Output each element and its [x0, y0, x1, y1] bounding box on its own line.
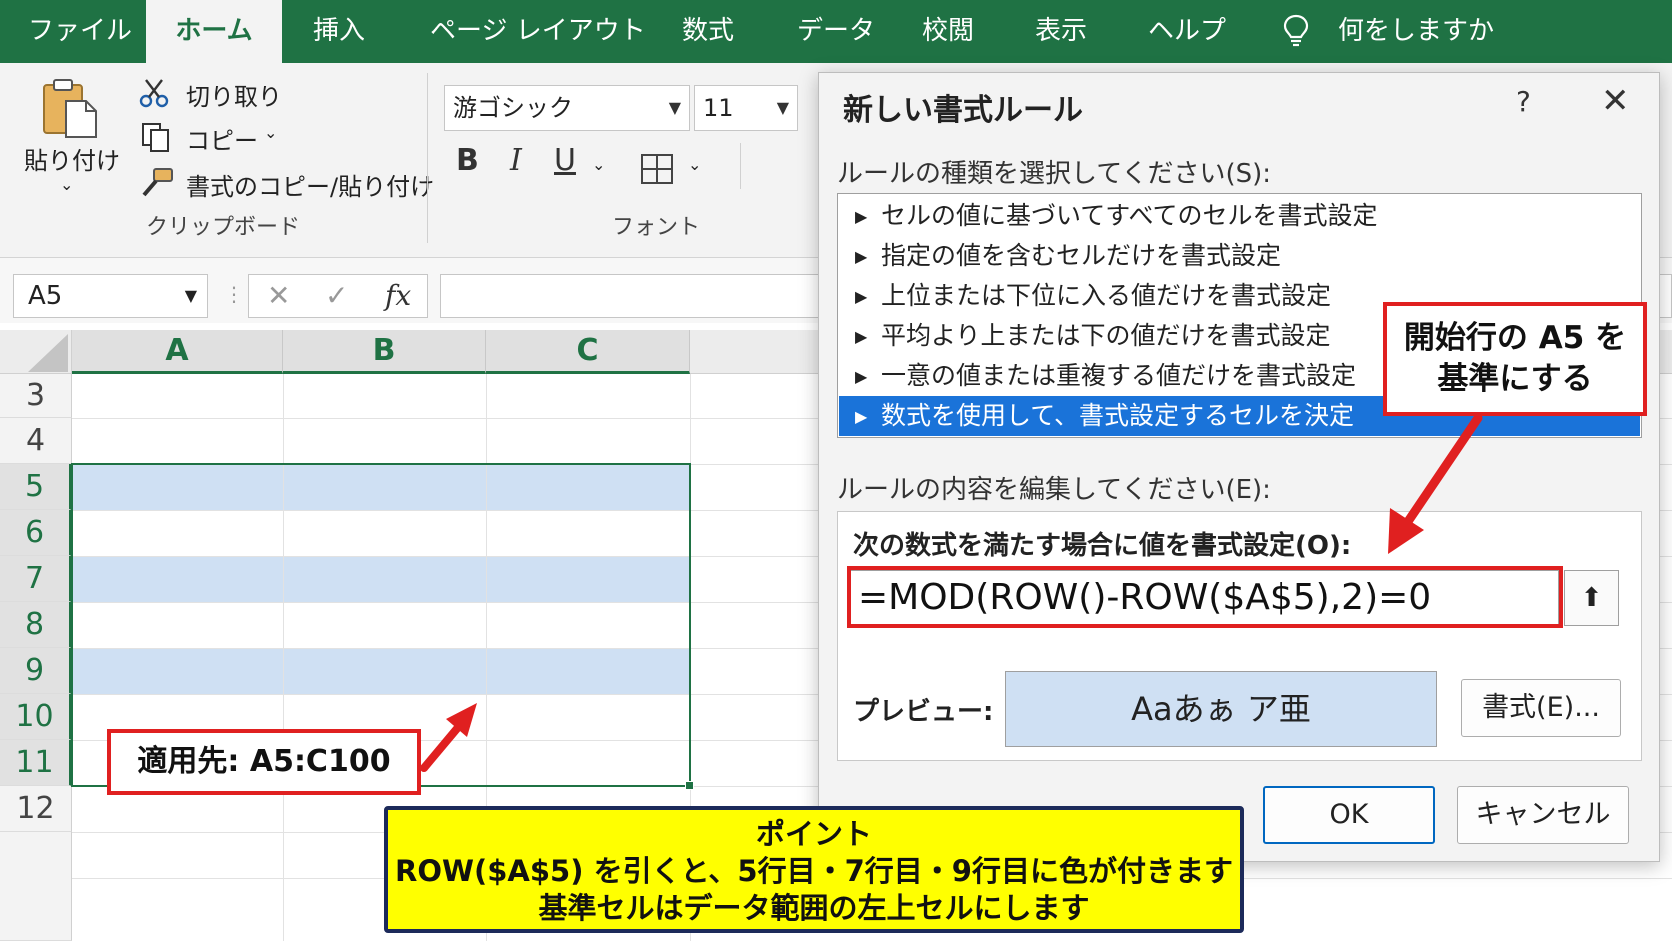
note-title: ポイント [755, 817, 872, 851]
rule-type-item[interactable]: ▶ 指定の値を含むセルだけを書式設定 [839, 236, 1640, 276]
column-header-b[interactable]: B [283, 330, 486, 374]
caret-right-icon: ▶ [855, 287, 868, 306]
caret-right-icon: ▶ [855, 247, 868, 266]
rule-type-label: ルールの種類を選択してください(S): [837, 159, 1271, 189]
chevron-down-icon: ▼ [668, 98, 681, 117]
tab-data[interactable]: データ [797, 0, 875, 63]
caret-right-icon: ▶ [855, 327, 868, 346]
column-header-c[interactable]: C [486, 330, 690, 374]
italic-button[interactable]: I [510, 143, 522, 178]
formula-bar-buttons: ✕ ✓ fx [248, 274, 428, 318]
tab-view[interactable]: 表示 [1035, 0, 1087, 63]
formula-condition-label: 次の数式を満たす場合に値を書式設定(O): [853, 531, 1352, 561]
underline-button[interactable]: U [554, 143, 576, 178]
ribbon-separator [427, 73, 428, 243]
tab-help[interactable]: ヘルプ [1148, 0, 1226, 63]
start-row-callout: 開始行の A5 を 基準にする [1383, 302, 1647, 416]
fill-handle[interactable] [685, 781, 694, 790]
chevron-down-icon: ▼ [184, 286, 197, 305]
font-name-select[interactable]: 游ゴシック ▼ [444, 85, 690, 131]
cancel-button[interactable]: キャンセル [1457, 786, 1629, 844]
tab-home[interactable]: ホーム [146, 0, 282, 63]
underline-dropdown-icon[interactable]: ⌄ [592, 155, 605, 174]
caret-right-icon: ▶ [855, 407, 868, 426]
start-row-callout-line2: 基準にする [1437, 361, 1593, 397]
font-name-value: 游ゴシック [453, 94, 573, 122]
formula-bar-grip: ⋮ [224, 282, 244, 306]
row-header-4[interactable]: 4 [0, 418, 72, 464]
borders-icon[interactable] [640, 153, 674, 185]
column-header-a[interactable]: A [72, 330, 283, 374]
select-all-triangle-icon [28, 334, 68, 372]
tell-me-search[interactable]: 何をしますか [1338, 0, 1494, 63]
tab-formulas[interactable]: 数式 [682, 0, 734, 63]
point-note: ポイント ROW($A$5) を引くと、5行目・7行目・9行目に色が付きます 基… [384, 806, 1244, 933]
rule-type-label-text: 数式を使用して、書式設定するセルを決定 [881, 401, 1355, 430]
cut-button[interactable]: 切り取り [186, 77, 282, 112]
rule-type-label-text: 指定の値を含むセルだけを書式設定 [881, 241, 1282, 270]
start-row-callout-line1: 開始行の A5 を [1403, 320, 1627, 356]
rule-type-item[interactable]: ▶ セルの値に基づいてすべてのセルを書式設定 [839, 196, 1640, 236]
apply-to-callout: 適用先: A5:C100 [107, 729, 421, 795]
rule-type-label-text: 平均より上または下の値だけを書式設定 [881, 321, 1331, 350]
font-size-select[interactable]: 11 ▼ [694, 85, 798, 131]
note-line-2: 基準セルはデータ範囲の左上セルにします [538, 891, 1090, 925]
format-painter-button[interactable]: 書式のコピー/貼り付け [186, 167, 434, 202]
help-button[interactable]: ? [1516, 85, 1531, 118]
row-header-11[interactable]: 11 [0, 740, 72, 786]
row-header-5[interactable]: 5 [0, 464, 72, 510]
note-line-1: ROW($A$5) を引くと、5行目・7行目・9行目に色が付きます [395, 854, 1233, 888]
rule-type-label-text: 上位または下位に入る値だけを書式設定 [881, 281, 1332, 310]
row-header-12[interactable]: 12 [0, 786, 72, 832]
dialog-title: 新しい書式ルール [843, 93, 1083, 128]
preview-label: プレビュー: [853, 697, 994, 727]
tab-insert[interactable]: 挿入 [313, 0, 365, 63]
row-header-8[interactable]: 8 [0, 602, 72, 648]
chevron-down-icon: ▼ [776, 98, 789, 117]
name-box[interactable]: A5 ▼ [13, 274, 208, 318]
enter-icon[interactable]: ✓ [325, 275, 348, 317]
format-preview: Aaあぁ ア亜 [1005, 671, 1437, 747]
tab-page-layout[interactable]: ページ レイアウト [430, 0, 646, 63]
formula-highlight-box [847, 566, 1563, 628]
rule-type-label-text: セルの値に基づいてすべてのセルを書式設定 [881, 201, 1378, 230]
copy-button[interactable]: コピー [186, 121, 258, 156]
row-header-7[interactable]: 7 [0, 556, 72, 602]
row-header-10[interactable]: 10 [0, 694, 72, 740]
lightbulb-icon[interactable] [1283, 14, 1309, 48]
paste-dropdown-icon[interactable]: ⌄ [60, 175, 73, 194]
format-painter-icon [142, 168, 173, 197]
format-button[interactable]: 書式(E)... [1461, 679, 1621, 737]
row-header-9[interactable]: 9 [0, 648, 72, 694]
collapse-dialog-button[interactable]: ⬆ [1564, 570, 1619, 626]
copy-dropdown-icon[interactable]: ⌄ [264, 123, 277, 142]
paste-icon[interactable] [40, 77, 100, 139]
close-button[interactable]: ✕ [1601, 81, 1630, 121]
bold-button[interactable]: B [456, 143, 479, 178]
ok-button[interactable]: OK [1263, 786, 1435, 844]
ribbon-tab-bar: ファイル ホーム 挿入 ページ レイアウト 数式 データ 校閲 表示 ヘルプ 何… [0, 0, 1672, 63]
cancel-icon[interactable]: ✕ [267, 275, 290, 317]
up-arrow-icon: ⬆ [1580, 583, 1603, 613]
row-header-6[interactable]: 6 [0, 510, 72, 556]
row-header-3[interactable]: 3 [0, 374, 72, 418]
font-group-label: フォント [612, 215, 701, 240]
tab-file[interactable]: ファイル [28, 0, 132, 63]
borders-dropdown-icon[interactable]: ⌄ [688, 155, 701, 174]
rule-type-label-text: 一意の値または重複する値だけを書式設定 [881, 361, 1357, 390]
row-header-empty [0, 832, 72, 941]
name-box-value: A5 [28, 281, 63, 311]
edit-rule-label: ルールの内容を編集してください(E): [837, 475, 1271, 505]
ribbon-separator [740, 143, 741, 189]
paste-button[interactable]: 貼り付け [24, 141, 120, 176]
tab-review[interactable]: 校閲 [922, 0, 974, 63]
caret-right-icon: ▶ [855, 207, 868, 226]
caret-right-icon: ▶ [855, 367, 868, 386]
font-size-value: 11 [703, 94, 734, 122]
insert-function-icon[interactable]: fx [385, 275, 411, 317]
scissors-icon [139, 79, 169, 108]
clipboard-group-label: クリップボード [146, 215, 301, 240]
copy-icon [142, 123, 169, 152]
new-formatting-rule-dialog: 新しい書式ルール ? ✕ ルールの種類を選択してください(S): ▶ セルの値に基… [818, 72, 1660, 862]
